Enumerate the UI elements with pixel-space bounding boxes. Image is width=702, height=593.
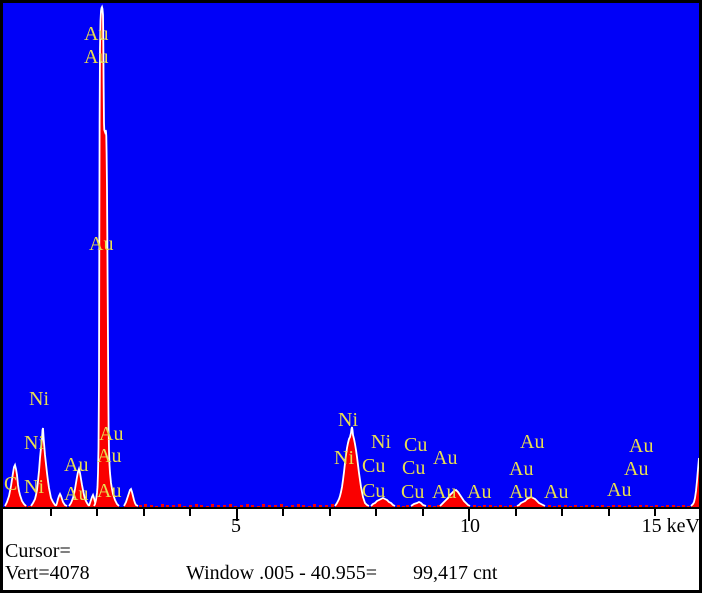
element-label-cu: Cu xyxy=(402,458,425,478)
element-label-au: Au xyxy=(89,234,113,254)
element-label-c: C xyxy=(4,474,17,494)
status-counts: 99,417 cnt xyxy=(413,562,497,584)
element-label-ni: Ni xyxy=(334,448,354,468)
status-cursor: Cursor= xyxy=(5,540,71,562)
element-label-au: Au xyxy=(64,455,88,475)
x-axis-tick-3kev xyxy=(143,509,145,516)
element-label-cu: Cu xyxy=(401,482,424,502)
element-label-au: Au xyxy=(97,481,121,501)
x-axis-tick-9kev xyxy=(422,509,424,516)
x-axis-tick-6kev xyxy=(282,509,284,516)
x-axis-tick-12kev xyxy=(561,509,563,516)
x-axis-tick-11kev xyxy=(515,509,517,516)
x-axis-label-10: 10 xyxy=(460,515,480,537)
element-label-au: Au xyxy=(84,47,108,67)
element-label-au: Au xyxy=(509,459,533,479)
x-axis-tick-4kev xyxy=(189,509,191,516)
spectrum-plot-area[interactable]: AuAuAuNiNiAuAuAuCNiAuAuNiNiNiCuCuCuCuCuA… xyxy=(3,3,699,507)
x-axis-tick-2kev xyxy=(96,509,98,516)
x-axis-line xyxy=(3,507,699,509)
element-label-au: Au xyxy=(432,482,456,502)
status-window: Window .005 - 40.955= xyxy=(186,562,377,584)
element-label-au: Au xyxy=(467,482,491,502)
element-label-ni: Ni xyxy=(24,433,44,453)
element-label-au: Au xyxy=(84,24,108,44)
element-label-au: Au xyxy=(97,446,121,466)
x-axis-tick-13kev xyxy=(608,509,610,516)
element-label-au: Au xyxy=(629,436,653,456)
element-label-au: Au xyxy=(624,459,648,479)
element-label-ni: Ni xyxy=(371,432,391,452)
element-label-ni: Ni xyxy=(338,410,358,430)
element-label-cu: Cu xyxy=(362,456,385,476)
element-label-cu: Cu xyxy=(362,481,385,501)
x-axis-tick-1kev xyxy=(50,509,52,516)
x-axis-label-5: 5 xyxy=(231,515,241,537)
element-label-au: Au xyxy=(544,482,568,502)
element-label-ni: Ni xyxy=(29,389,49,409)
element-label-au: Au xyxy=(433,448,457,468)
element-label-au: Au xyxy=(99,424,123,444)
status-vert: Vert=4078 xyxy=(5,562,90,584)
element-label-ni: Ni xyxy=(24,477,44,497)
x-axis-tick-8kev xyxy=(375,509,377,516)
element-label-cu: Cu xyxy=(404,435,427,455)
element-label-au: Au xyxy=(64,484,88,504)
element-label-au: Au xyxy=(509,482,533,502)
eds-spectrum-window: AuAuAuNiNiAuAuAuCNiAuAuNiNiNiCuCuCuCuCuA… xyxy=(0,0,702,593)
x-axis-label-15-kev: 15 keV xyxy=(642,515,700,537)
element-label-au: Au xyxy=(607,480,631,500)
element-label-au: Au xyxy=(520,432,544,452)
x-axis-tick-7kev xyxy=(329,509,331,516)
